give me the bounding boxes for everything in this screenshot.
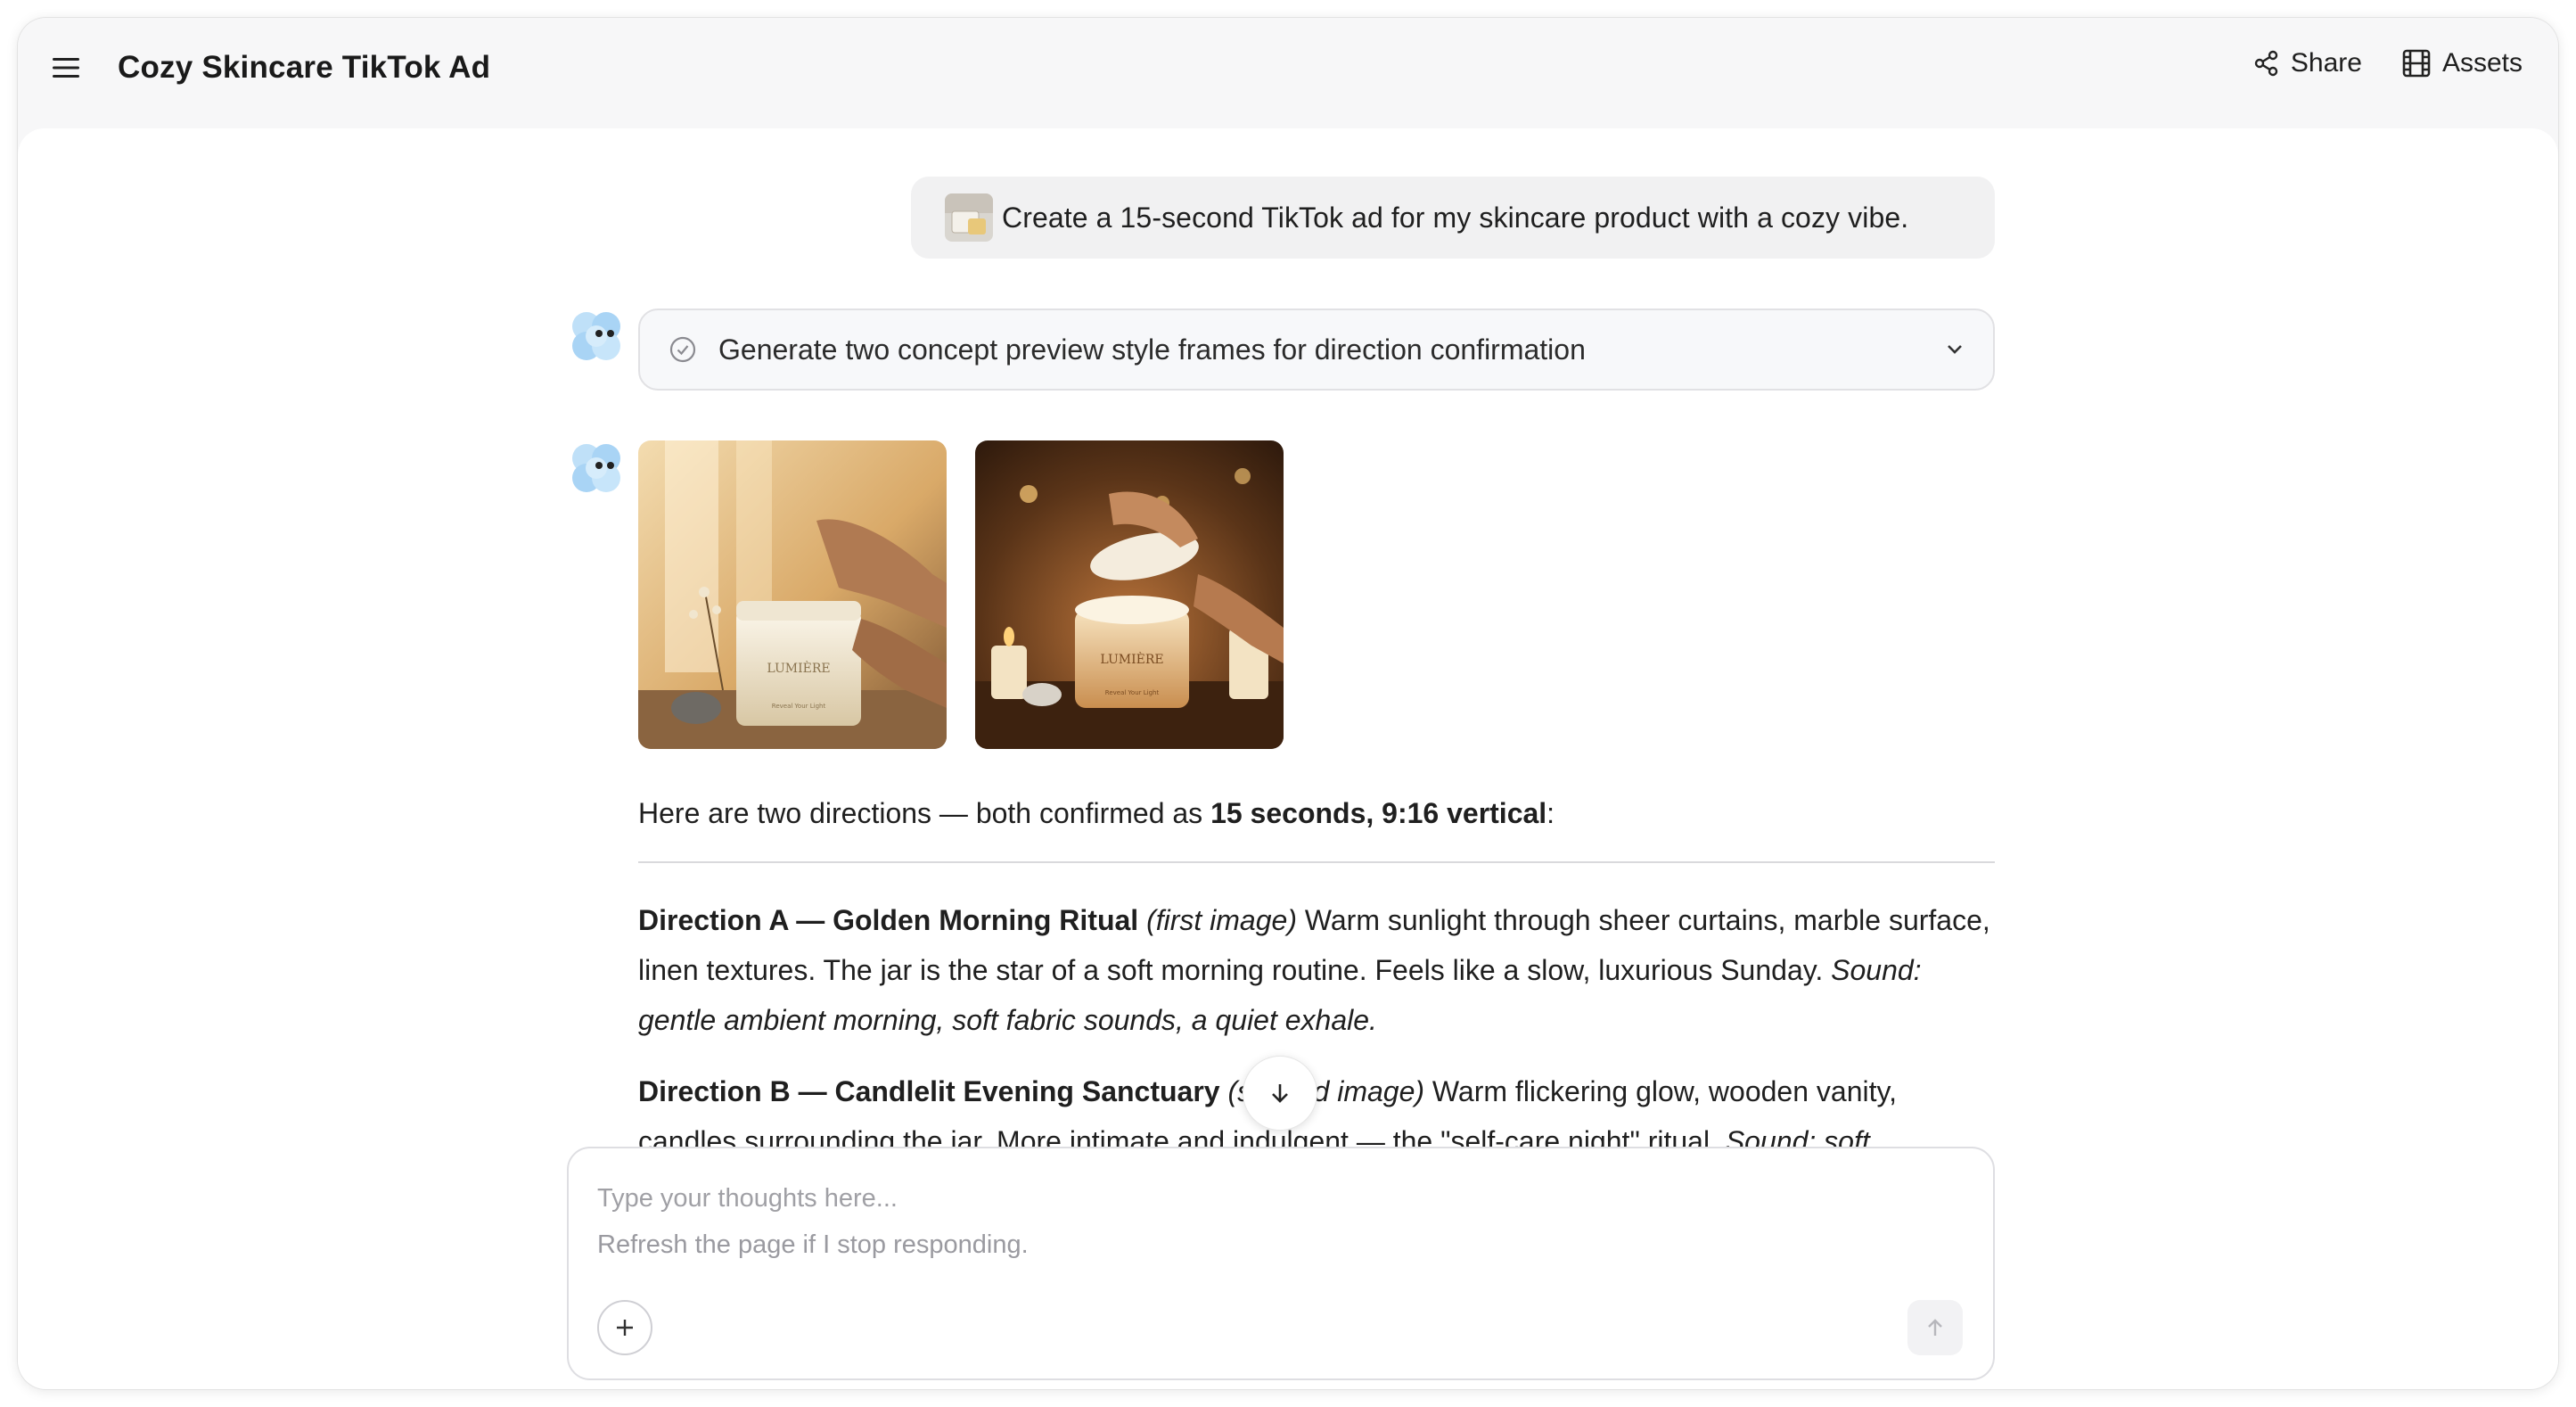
add-attachment-button[interactable] [597, 1300, 652, 1355]
arrow-down-icon [1272, 1084, 1288, 1103]
app-window: Cozy Skincare TikTok Ad Share Assets Cre… [18, 18, 2558, 1389]
check-circle-icon [669, 335, 697, 364]
share-button[interactable]: Share [2253, 48, 2362, 78]
assistant-avatar [569, 309, 624, 364]
user-message-text: Create a 15-second TikTok ad for my skin… [1002, 201, 1909, 234]
send-button[interactable] [1907, 1300, 1963, 1355]
chat-area[interactable]: Create a 15-second TikTok ad for my skin… [18, 128, 2558, 1389]
scroll-to-bottom-button[interactable] [1243, 1056, 1317, 1131]
task-label: Generate two concept preview style frame… [718, 333, 1586, 366]
direction-b-title: Direction B — Candlelit Evening Sanctuar… [638, 1075, 1220, 1107]
attached-product-thumbnail[interactable] [945, 193, 993, 242]
plus-icon [617, 1320, 633, 1336]
jar-tag: Reveal Your Light [772, 703, 826, 710]
concept-frames: LUMIÈRE Reveal Your Light LUMIÈRE Reveal… [638, 440, 1284, 749]
top-bar: Cozy Skincare TikTok Ad Share Assets [18, 18, 2558, 119]
direction-a: Direction A — Golden Morning Ritual (fir… [638, 904, 1990, 1036]
assets-label: Assets [2441, 48, 2523, 78]
share-label: Share [2290, 48, 2362, 78]
arrow-up-icon [1928, 1319, 1942, 1336]
jar-label: LUMIÈRE [1100, 651, 1163, 667]
message-input[interactable] [597, 1181, 1934, 1216]
assistant-intro: Here are two directions — both confirmed… [638, 797, 1555, 829]
jar-label: LUMIÈRE [767, 660, 830, 676]
assistant-avatar [569, 440, 624, 496]
jar-tag: Reveal Your Light [1105, 689, 1160, 696]
top-actions: Share Assets [2253, 48, 2523, 78]
concept-frame-morning[interactable]: LUMIÈRE Reveal Your Light [638, 440, 947, 749]
composer-hint: Refresh the page if I stop responding. [597, 1230, 1029, 1259]
user-message: Create a 15-second TikTok ad for my skin… [911, 177, 1995, 259]
menu-icon[interactable] [48, 50, 84, 86]
concept-frame-evening[interactable]: LUMIÈRE Reveal Your Light [975, 440, 1284, 749]
task-step-card[interactable]: Generate two concept preview style frame… [638, 309, 1995, 391]
share-icon [2254, 50, 2278, 77]
film-icon [2402, 49, 2431, 78]
chevron-down-icon[interactable] [1943, 337, 1966, 365]
message-composer: Refresh the page if I stop responding. [567, 1147, 1995, 1380]
assets-button[interactable]: Assets [2401, 48, 2523, 78]
page-title: Cozy Skincare TikTok Ad [118, 50, 491, 85]
divider [638, 861, 1995, 863]
direction-a-title: Direction A — Golden Morning Ritual [638, 904, 1139, 936]
